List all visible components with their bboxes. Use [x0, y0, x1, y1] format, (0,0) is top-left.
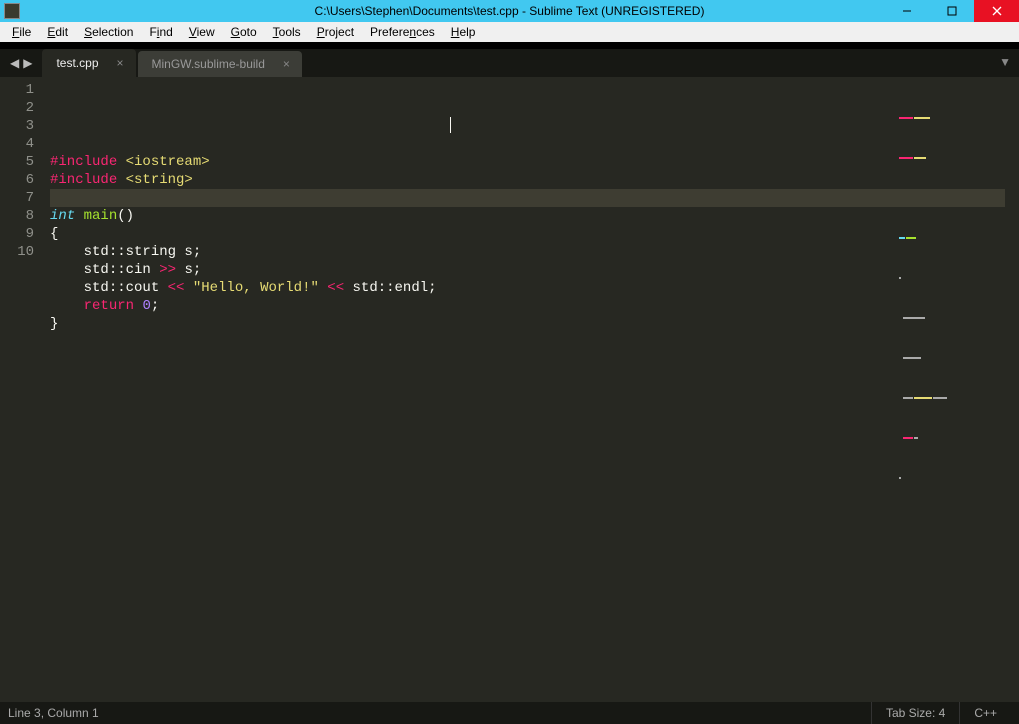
window-border-strip — [0, 42, 1019, 49]
tab-label: MinGW.sublime-build — [152, 57, 265, 71]
tab-bar: ◀ ▶ test.cpp × MinGW.sublime-build × ▼ — [0, 49, 1019, 77]
menu-tools[interactable]: Tools — [265, 23, 309, 41]
menu-goto[interactable]: Goto — [223, 23, 265, 41]
menu-file[interactable]: File — [4, 23, 39, 41]
nav-forward-icon[interactable]: ▶ — [21, 56, 34, 70]
nav-back-icon[interactable]: ◀ — [8, 56, 21, 70]
menu-project[interactable]: Project — [309, 23, 362, 41]
code-line[interactable]: std::cin >> s; — [50, 261, 1005, 279]
window-controls — [884, 0, 1019, 22]
close-button[interactable] — [974, 0, 1019, 22]
app-icon — [4, 3, 20, 19]
tab-mingw-sublime-build[interactable]: MinGW.sublime-build × — [138, 51, 302, 77]
line-number: 1 — [0, 81, 34, 99]
code-line[interactable]: return 0; — [50, 297, 1005, 315]
window-titlebar: C:\Users\Stephen\Documents\test.cpp - Su… — [0, 0, 1019, 22]
status-tab-size[interactable]: Tab Size: 4 — [871, 702, 959, 724]
window-title: C:\Users\Stephen\Documents\test.cpp - Su… — [315, 4, 705, 18]
status-bar: Line 3, Column 1 Tab Size: 4 C++ — [0, 702, 1019, 724]
tab-close-icon[interactable]: × — [117, 56, 124, 70]
code-line[interactable]: } — [50, 315, 1005, 333]
code-line[interactable]: std::string s; — [50, 243, 1005, 261]
code-line[interactable]: int main() — [50, 207, 1005, 225]
menu-find[interactable]: Find — [141, 23, 180, 41]
menu-bar: FileEditSelectionFindViewGotoToolsProjec… — [0, 22, 1019, 42]
line-number: 6 — [0, 171, 34, 189]
code-line[interactable] — [50, 189, 1005, 207]
code-line[interactable]: #include <iostream> — [50, 153, 1005, 171]
line-highlight — [50, 189, 1005, 207]
status-cursor-position[interactable]: Line 3, Column 1 — [8, 702, 113, 724]
line-number: 10 — [0, 243, 34, 261]
editor-area[interactable]: 12345678910 #include <iostream>#include … — [0, 77, 1019, 702]
line-number: 8 — [0, 207, 34, 225]
menu-selection[interactable]: Selection — [76, 23, 141, 41]
tab-close-icon[interactable]: × — [283, 57, 290, 71]
line-number: 3 — [0, 117, 34, 135]
vertical-scrollbar[interactable] — [1005, 77, 1019, 702]
line-number: 4 — [0, 135, 34, 153]
tab-label: test.cpp — [56, 56, 98, 70]
menu-view[interactable]: View — [181, 23, 223, 41]
line-number: 9 — [0, 225, 34, 243]
maximize-button[interactable] — [929, 0, 974, 22]
code-line[interactable]: std::cout << "Hello, World!" << std::end… — [50, 279, 1005, 297]
line-number: 5 — [0, 153, 34, 171]
menu-edit[interactable]: Edit — [39, 23, 76, 41]
line-number: 7 — [0, 189, 34, 207]
tab-test-cpp[interactable]: test.cpp × — [42, 49, 135, 77]
code-line[interactable]: { — [50, 225, 1005, 243]
minimap[interactable] — [899, 81, 989, 121]
minimize-button[interactable] — [884, 0, 929, 22]
menu-preferences[interactable]: Preferences — [362, 23, 443, 41]
line-number-gutter: 12345678910 — [0, 77, 44, 702]
menu-help[interactable]: Help — [443, 23, 484, 41]
tab-history-nav: ◀ ▶ — [0, 49, 42, 77]
text-cursor-icon — [450, 117, 451, 133]
line-number: 2 — [0, 99, 34, 117]
code-content[interactable]: #include <iostream>#include <string> int … — [44, 77, 1005, 702]
tab-overflow-icon[interactable]: ▼ — [999, 55, 1011, 69]
code-line[interactable]: #include <string> — [50, 171, 1005, 189]
status-syntax[interactable]: C++ — [959, 702, 1011, 724]
